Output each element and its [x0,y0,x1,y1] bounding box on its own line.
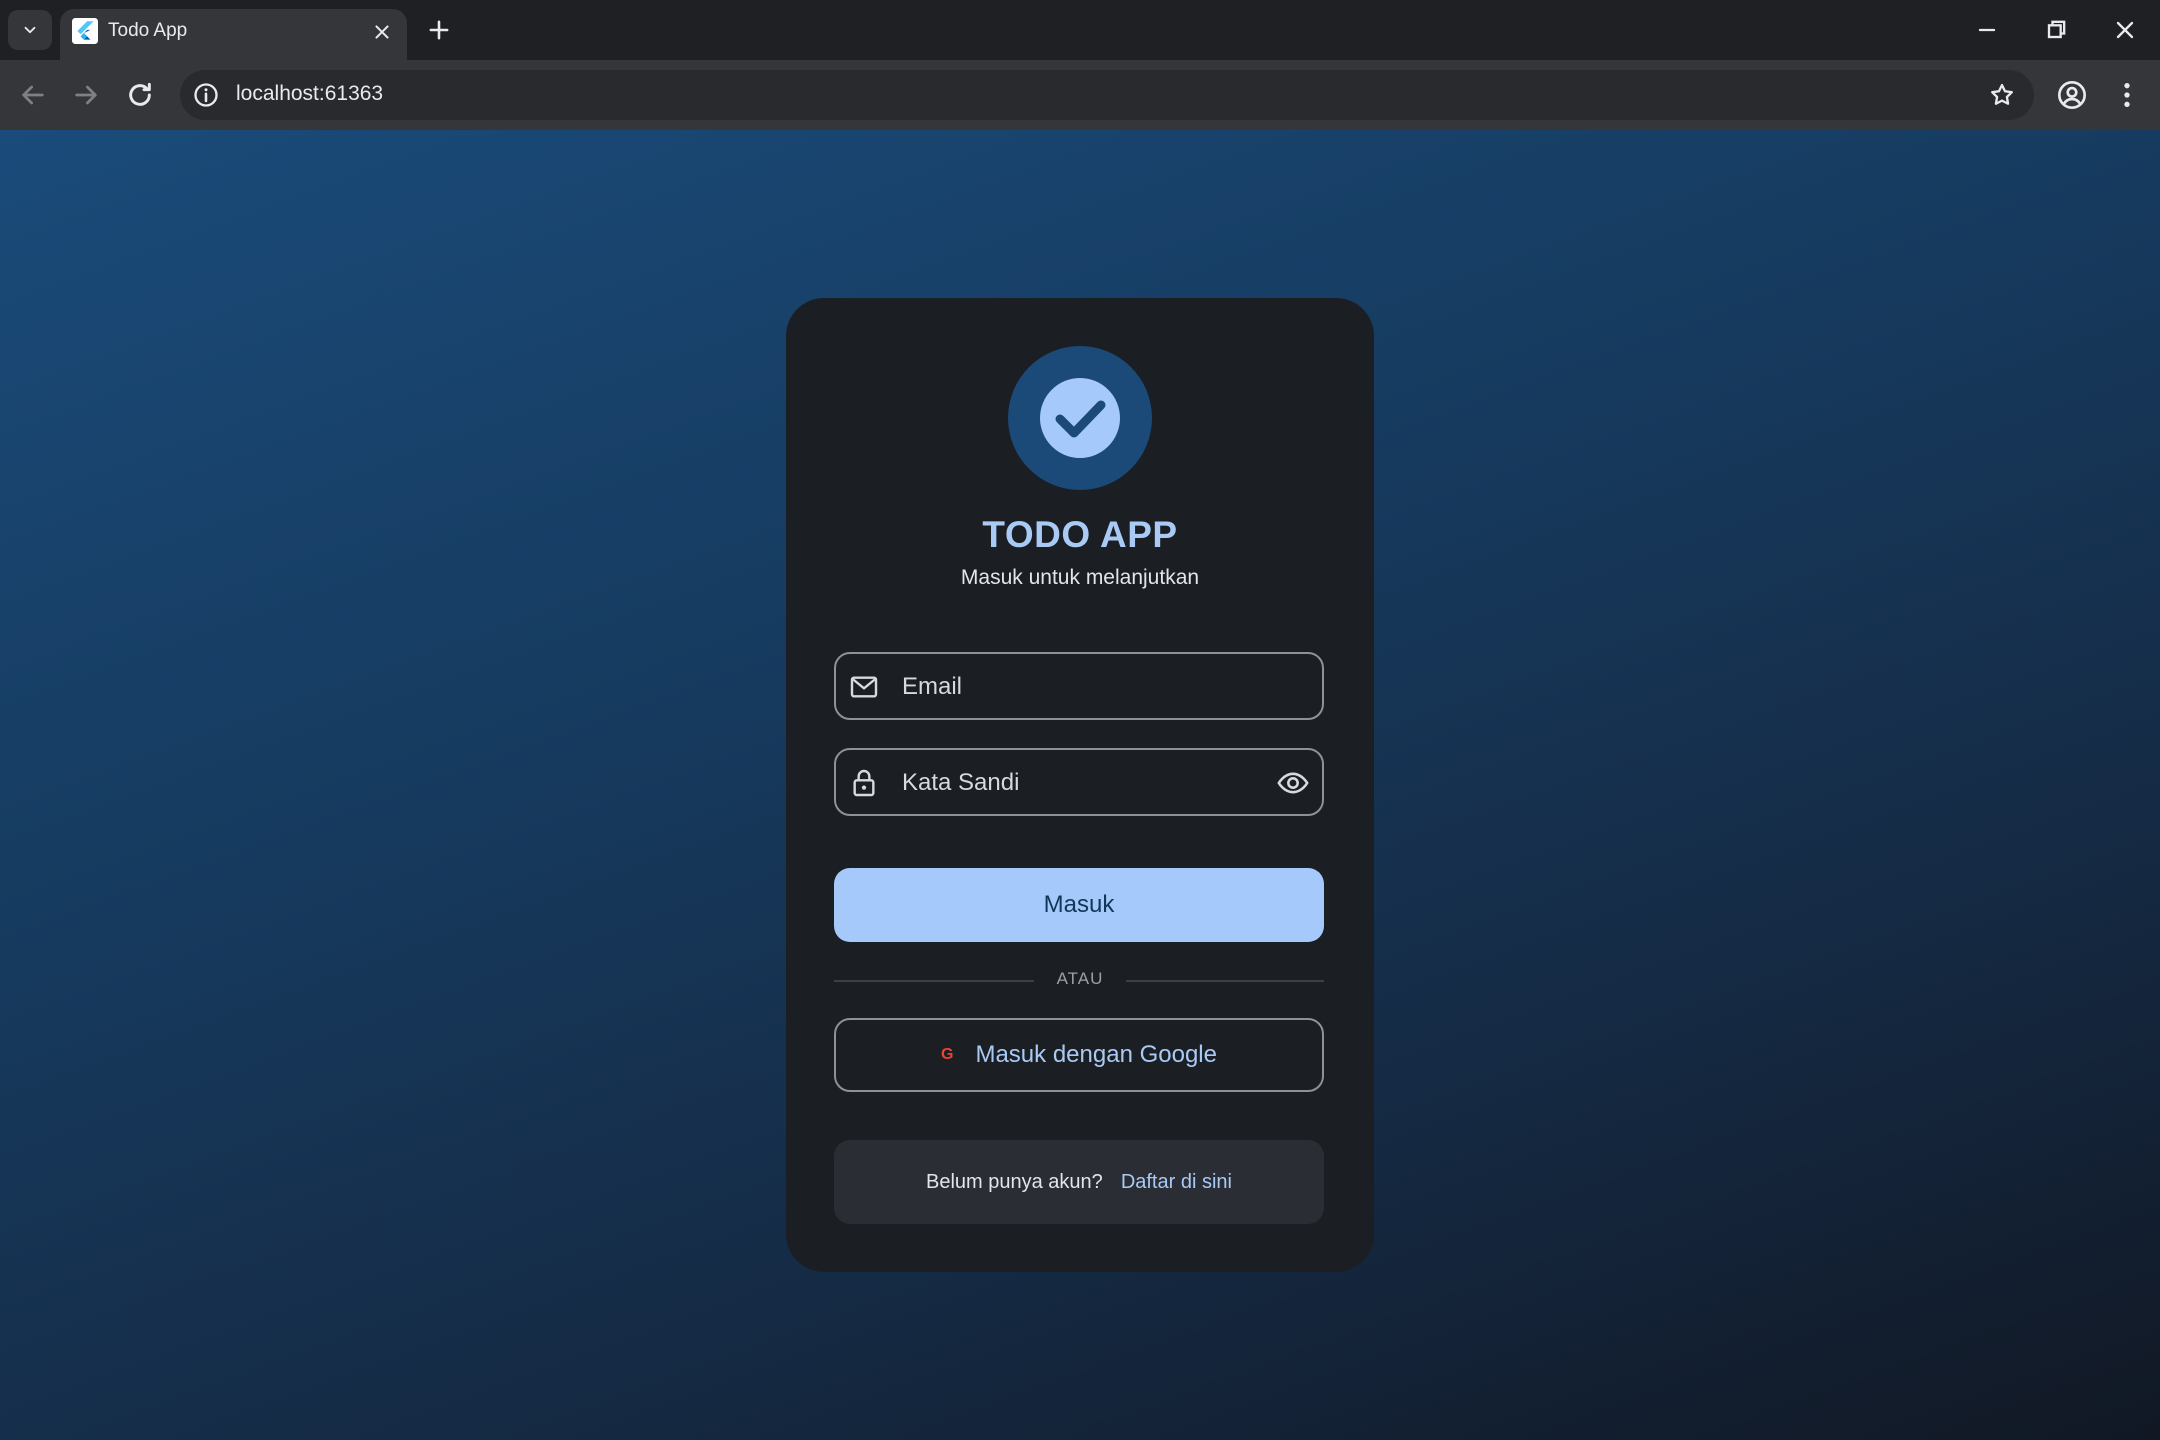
app-title: TODO APP [982,514,1178,555]
browser-tab[interactable]: Todo App [60,9,407,60]
back-arrow-icon[interactable] [17,79,49,111]
app-logo [1008,346,1152,490]
tab-search-icon [24,26,36,34]
address-bar[interactable]: localhost:61363 [180,70,2034,120]
login-button[interactable]: Masuk [834,868,1324,942]
divider-text: ATAU [1056,969,1104,988]
google-icon: G [941,1046,954,1063]
check-circle-icon [1040,378,1120,458]
reload-icon[interactable] [124,79,156,111]
menu-dots-icon[interactable] [2111,79,2143,111]
page-viewport: TODO APP Masuk untuk melanjutkan Ma [0,130,2160,1440]
mail-icon [850,676,878,698]
tab-title: Todo App [108,20,188,41]
restore-icon[interactable] [2042,16,2070,44]
close-icon[interactable] [371,21,393,43]
password-input[interactable] [900,760,1244,806]
browser-tabstrip: Todo App [0,0,2160,60]
login-subtitle: Masuk untuk melanjutkan [960,566,1200,589]
email-input[interactable] [900,664,1244,710]
email-field[interactable] [834,652,1324,720]
divider-line-right [1126,980,1324,982]
signup-box: Belum punya akun? Daftar di sini [834,1140,1324,1224]
tab-search-button[interactable] [8,10,52,50]
signup-prompt: Belum punya akun? [926,1170,1103,1193]
eye-icon[interactable] [1276,766,1310,800]
login-card: TODO APP Masuk untuk melanjutkan Ma [786,298,1374,1272]
google-login-label: Masuk dengan Google [975,1041,1217,1068]
minimize-icon[interactable] [1973,16,2001,44]
info-icon[interactable] [192,81,220,109]
close-window-icon[interactable] [2111,16,2139,44]
plus-icon[interactable] [425,16,453,44]
flutter-favicon-icon [72,18,98,44]
browser-toolbar: localhost:61363 [0,60,2160,130]
star-icon[interactable] [1988,81,2016,109]
profile-icon[interactable] [2056,79,2088,111]
password-field[interactable] [834,748,1324,816]
url-text[interactable]: localhost:61363 [236,82,383,106]
google-login-button[interactable]: G Masuk dengan Google [834,1018,1324,1092]
lock-icon [853,769,875,797]
forward-arrow-icon[interactable] [70,79,102,111]
signup-link[interactable]: Daftar di sini [1121,1171,1232,1194]
